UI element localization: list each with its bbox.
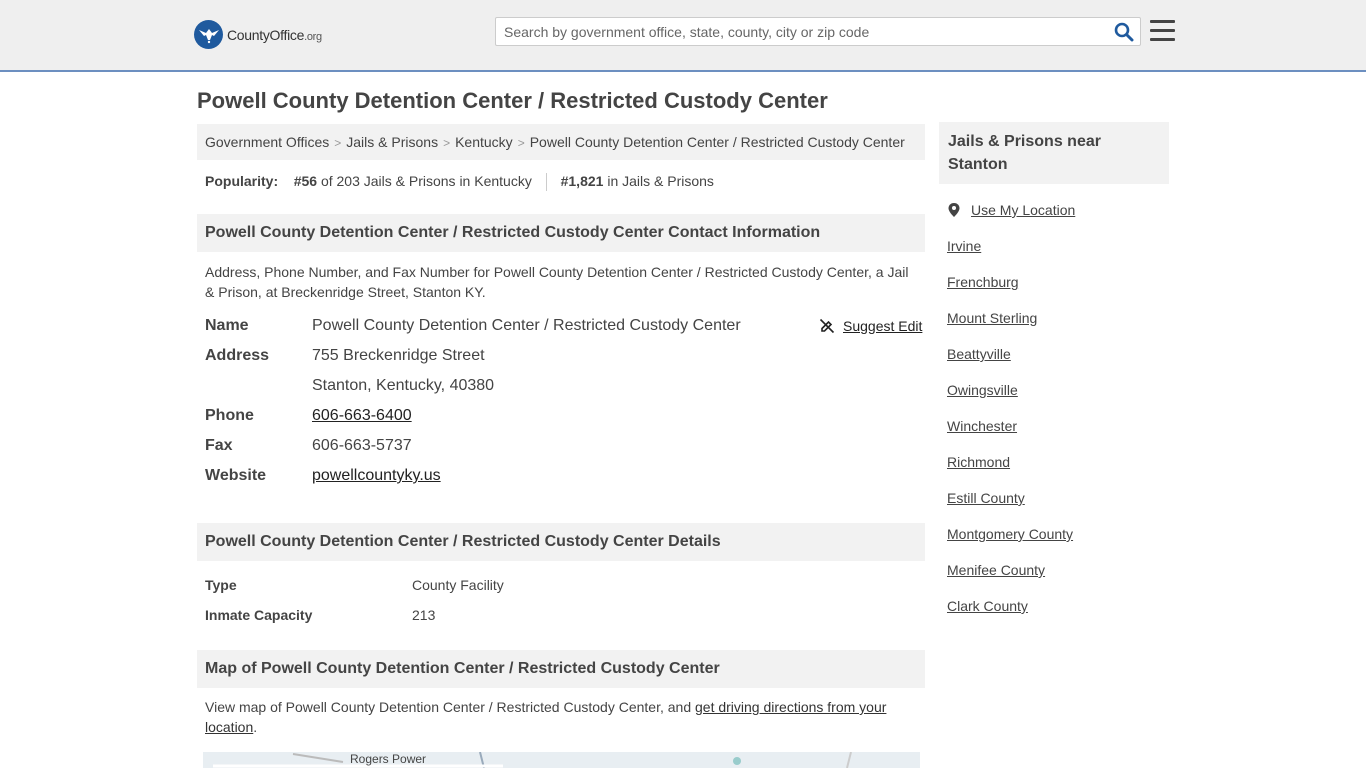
- phone-link[interactable]: 606-663-6400: [312, 407, 412, 424]
- breadcrumb-government-offices[interactable]: Government Offices: [205, 134, 329, 150]
- website-label: Website: [205, 467, 267, 484]
- national-rank: #1,821: [560, 173, 604, 189]
- map-view[interactable]: Rogers Power: [203, 752, 920, 768]
- logo-text: CountyOffice.org: [227, 27, 322, 43]
- site-logo[interactable]: CountyOffice.org: [194, 20, 322, 49]
- national-rank-text: in Jails & Prisons: [607, 173, 714, 189]
- name-label: Name: [205, 317, 249, 334]
- name-value: Powell County Detention Center / Restric…: [312, 317, 741, 334]
- search-icon[interactable]: [1114, 22, 1134, 42]
- search-box: [495, 17, 1141, 46]
- breadcrumb-jails-prisons[interactable]: Jails & Prisons: [346, 134, 438, 150]
- nearby-item-menifee-county[interactable]: Menifee County: [947, 562, 1045, 578]
- page-title: Powell County Detention Center / Restric…: [197, 88, 828, 113]
- map-desc-suffix: .: [253, 719, 258, 735]
- phone-label: Phone: [205, 407, 254, 424]
- hamburger-menu-icon[interactable]: [1150, 20, 1175, 42]
- chevron-right-icon: >: [517, 136, 525, 150]
- details-heading: Powell County Detention Center / Restric…: [197, 523, 925, 561]
- nearby-item-irvine[interactable]: Irvine: [947, 238, 981, 254]
- type-label: Type: [205, 577, 237, 593]
- map-pin-icon: [948, 203, 960, 217]
- map-roads: [213, 752, 852, 768]
- breadcrumb-current: Powell County Detention Center / Restric…: [529, 134, 905, 150]
- nearby-item-estill-county[interactable]: Estill County: [947, 490, 1025, 506]
- breadcrumb: Government Offices > Jails & Prisons > Kentu…: [197, 124, 925, 160]
- logo-main-text: CountyOffice: [227, 26, 305, 43]
- divider: [545, 173, 547, 192]
- use-my-location-link[interactable]: Use My Location: [971, 202, 1075, 218]
- state-rank: #56: [293, 173, 318, 189]
- fax-label: Fax: [205, 437, 233, 454]
- map-desc-text: View map of Powell County Detention Cent…: [205, 699, 695, 715]
- nearby-item-frenchburg[interactable]: Frenchburg: [947, 274, 1019, 290]
- nearby-item-winchester[interactable]: Winchester: [947, 418, 1017, 434]
- website-link[interactable]: powellcountyky.us: [312, 467, 441, 484]
- edit-off-icon: [819, 318, 835, 334]
- sidebar-heading: Jails & Prisons near Stanton: [939, 122, 1169, 184]
- nearby-item-beattyville[interactable]: Beattyville: [947, 346, 1011, 362]
- breadcrumb-kentucky[interactable]: Kentucky: [455, 134, 513, 150]
- use-my-location[interactable]: Use My Location: [947, 202, 1075, 218]
- chevron-right-icon: >: [443, 136, 451, 150]
- address-line1: 755 Breckenridge Street: [312, 347, 485, 364]
- nearby-item-mount-sterling[interactable]: Mount Sterling: [947, 310, 1037, 326]
- popularity-label: Popularity:: [205, 173, 279, 189]
- fax-value: 606-663-5737: [312, 437, 412, 454]
- nearby-item-montgomery-county[interactable]: Montgomery County: [947, 526, 1073, 542]
- nearby-item-richmond[interactable]: Richmond: [947, 454, 1010, 470]
- capacity-value: 213: [412, 607, 436, 623]
- logo-suffix-text: .org: [304, 30, 322, 43]
- map-heading: Map of Powell County Detention Center / …: [197, 650, 925, 688]
- popularity: Popularity: #56 of 203 Jails & Prisons i…: [205, 173, 714, 192]
- address-line2: Stanton, Kentucky, 40380: [312, 377, 495, 394]
- search-input[interactable]: [496, 18, 1096, 45]
- capacity-label: Inmate Capacity: [205, 607, 313, 623]
- contact-heading: Powell County Detention Center / Restric…: [197, 214, 925, 252]
- suggest-edit[interactable]: Suggest Edit: [819, 318, 922, 334]
- nearby-item-clark-county[interactable]: Clark County: [947, 598, 1028, 614]
- contact-description: Address, Phone Number, and Fax Number fo…: [205, 264, 909, 300]
- map-place-label: Rogers Power: [350, 752, 427, 766]
- state-rank-text: of 203 Jails & Prisons in Kentucky: [320, 173, 532, 189]
- top-bar: CountyOffice.org: [0, 0, 1366, 72]
- chevron-right-icon: >: [334, 136, 342, 150]
- map-description: View map of Powell County Detention Cent…: [205, 697, 917, 737]
- eagle-logo-icon: [194, 20, 223, 49]
- type-value: County Facility: [412, 577, 504, 593]
- address-label: Address: [205, 347, 270, 364]
- suggest-edit-link[interactable]: Suggest Edit: [843, 318, 922, 334]
- nearby-item-owingsville[interactable]: Owingsville: [947, 382, 1018, 398]
